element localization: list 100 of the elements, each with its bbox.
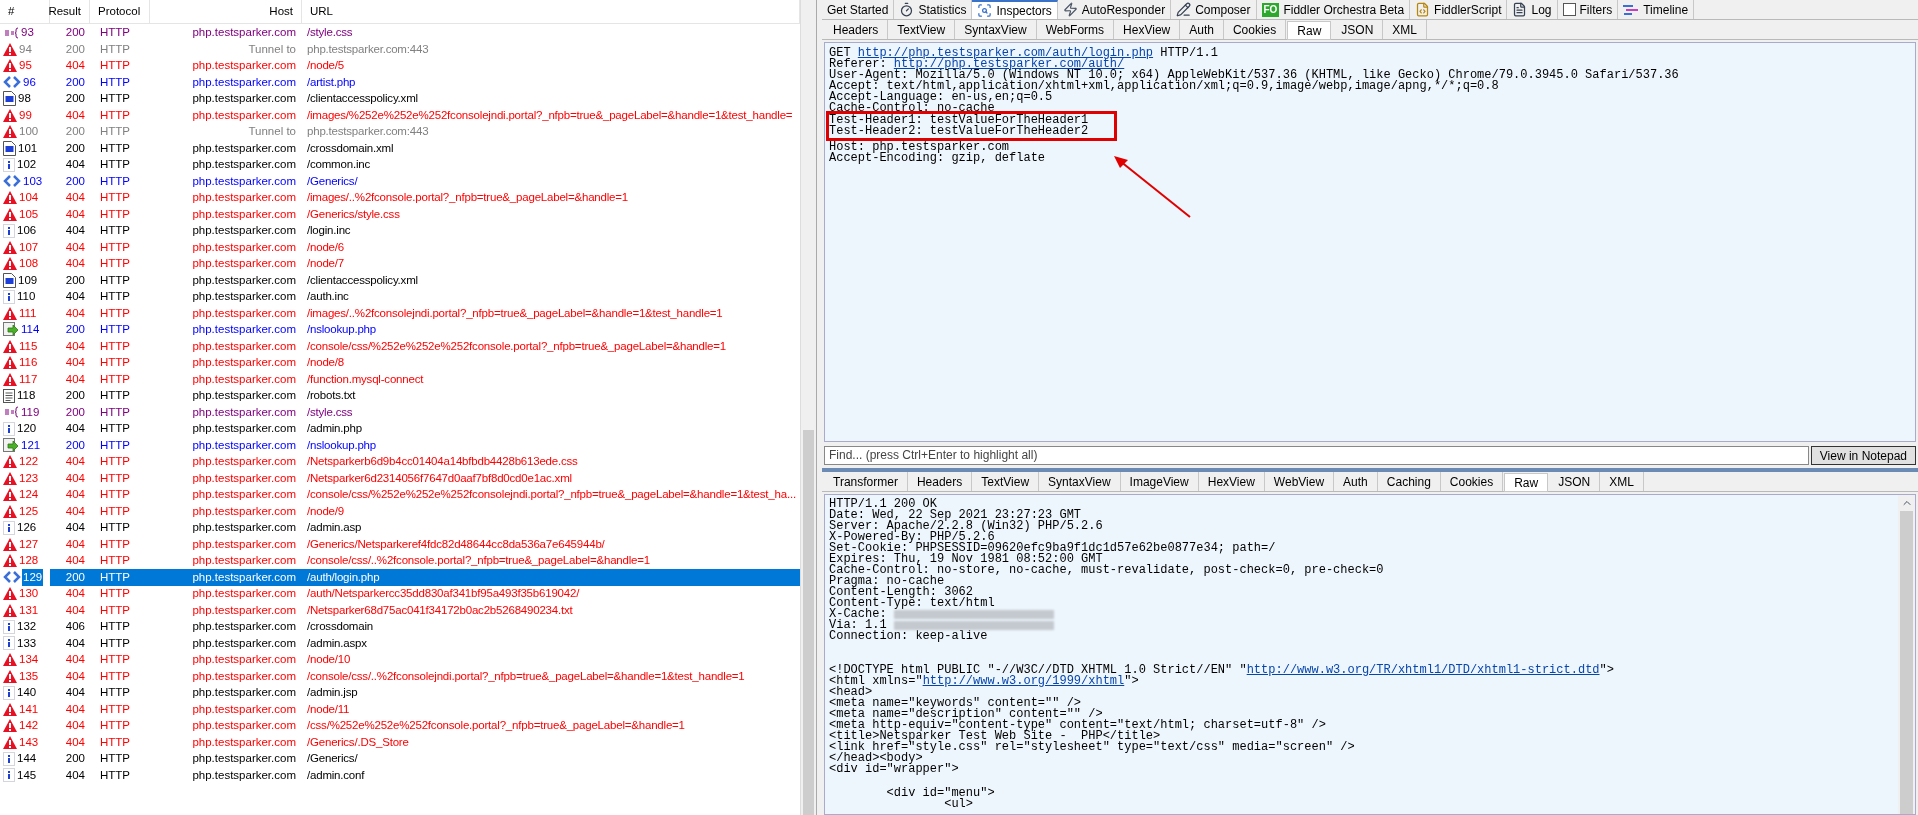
column-header[interactable]: Result bbox=[50, 0, 90, 23]
session-id[interactable]: 105 bbox=[18, 205, 40, 223]
view-tab[interactable]: Raw bbox=[1287, 21, 1332, 40]
session-id[interactable]: 114 bbox=[20, 321, 41, 339]
url-cell-text: /clientaccesspolicy.xml bbox=[307, 272, 418, 288]
session-id[interactable]: 103 bbox=[22, 172, 44, 190]
protocol-cell-text: HTTP bbox=[99, 619, 132, 634]
session-id[interactable]: 142 bbox=[18, 717, 40, 735]
url-link[interactable]: http://php.testsparker.com/auth/login.php bbox=[857, 48, 1154, 59]
inspector-tab[interactable]: Log bbox=[1507, 0, 1558, 19]
vertical-scrollbar[interactable] bbox=[1898, 495, 1915, 814]
url-link[interactable]: http://php.testsparker.com/auth/ bbox=[893, 59, 1125, 70]
response-line: "> bbox=[1124, 676, 1139, 687]
url-cell-text: /node/11 bbox=[307, 701, 350, 717]
session-id[interactable]: 93 bbox=[20, 24, 35, 42]
session-id[interactable]: 141 bbox=[18, 700, 40, 718]
response-line: Set-Cookie: PHPSESSID=09620efc9ba9f1dc1d57e62be0877e34; path=/ bbox=[829, 543, 1276, 554]
session-id[interactable]: 124 bbox=[18, 486, 40, 504]
warning-icon bbox=[3, 108, 17, 122]
session-id[interactable]: 98 bbox=[17, 90, 32, 108]
session-id[interactable]: 99 bbox=[18, 106, 33, 124]
session-id[interactable]: 135 bbox=[18, 667, 40, 685]
session-id[interactable]: 120 bbox=[16, 420, 38, 438]
session-id[interactable]: 115 bbox=[18, 337, 39, 355]
session-id[interactable]: 122 bbox=[18, 453, 40, 471]
column-header[interactable]: Protocol bbox=[90, 0, 150, 23]
session-id[interactable]: 104 bbox=[18, 189, 40, 207]
session-id[interactable]: 101 bbox=[17, 139, 39, 157]
session-id[interactable]: 126 bbox=[16, 519, 38, 537]
column-header[interactable]: # bbox=[0, 0, 50, 23]
session-id[interactable]: 143 bbox=[18, 733, 40, 751]
session-id[interactable]: 116 bbox=[18, 354, 39, 372]
view-in-notepad-button[interactable]: View in Notepad bbox=[1810, 445, 1916, 465]
vertical-scrollbar[interactable] bbox=[800, 0, 816, 815]
session-id[interactable]: 140 bbox=[16, 684, 38, 702]
protocol-cell-text: HTTP bbox=[99, 173, 132, 189]
host-cell-text: php.testsparker.com bbox=[191, 536, 297, 552]
url-link[interactable]: http://www.w3.org/1999/xhtml bbox=[922, 676, 1125, 687]
find-field[interactable]: Find... (press Ctrl+Enter to highlight all) bbox=[824, 445, 1809, 465]
column-header[interactable]: Host bbox=[150, 0, 302, 23]
url-cell-text: /common.inc bbox=[307, 157, 370, 172]
session-id[interactable]: 109 bbox=[17, 271, 39, 289]
host-cell-text: php.testsparker.com bbox=[191, 206, 297, 222]
inspector-tab[interactable]: FO Fiddler Orchestra Beta bbox=[1256, 0, 1411, 19]
session-id[interactable]: 106 bbox=[16, 222, 38, 240]
url-cell-text: /nslookup.php bbox=[307, 322, 376, 337]
url-cell-text: /crossdomain.xml bbox=[307, 140, 394, 156]
protocol-cell-text: HTTP bbox=[99, 470, 132, 486]
session-id[interactable]: 145 bbox=[16, 766, 38, 784]
inspector-tab[interactable]: Timeline bbox=[1618, 0, 1695, 19]
session-id[interactable]: 127 bbox=[18, 535, 40, 553]
inspector-tab[interactable]: Composer bbox=[1171, 0, 1257, 19]
session-id[interactable]: 131 bbox=[18, 601, 40, 619]
result-code: 404 bbox=[64, 289, 86, 304]
session-id[interactable]: 121 bbox=[20, 436, 42, 454]
inspector-tab[interactable]: Filters bbox=[1557, 0, 1619, 19]
response-line: Server: Apache/2.2.8 (Win32) PHP/5.2.6 bbox=[829, 521, 1103, 532]
view-tab[interactable]: Raw bbox=[1504, 473, 1549, 492]
session-id[interactable]: 102 bbox=[16, 156, 38, 174]
url-link[interactable]: http://www.w3.org/TR/xhtml1/DTD/xhtml1-strict.dtd bbox=[1246, 665, 1600, 676]
url-cell-text: /images/%252e%252e%252fconsolejndi.portal?_nfpb=true&_pageLabel=&handle=1&test_handle= bbox=[307, 107, 793, 123]
session-id[interactable]: 125 bbox=[18, 502, 40, 520]
session-id[interactable]: 133 bbox=[16, 634, 38, 652]
session-id[interactable]: 108 bbox=[18, 255, 40, 273]
session-id[interactable]: 96 bbox=[22, 73, 37, 91]
session-id[interactable]: 107 bbox=[18, 238, 40, 256]
session-id[interactable]: 132 bbox=[16, 618, 38, 636]
session-id[interactable]: 110 bbox=[16, 288, 37, 306]
session-id[interactable]: 95 bbox=[18, 57, 33, 75]
session-id[interactable]: 134 bbox=[18, 651, 40, 669]
session-id[interactable]: 94 bbox=[18, 40, 33, 58]
filters-checkbox[interactable] bbox=[1562, 3, 1576, 16]
host-cell-text: php.testsparker.com bbox=[191, 256, 297, 271]
session-id[interactable]: 128 bbox=[18, 552, 40, 570]
session-id[interactable]: 129 bbox=[22, 568, 44, 586]
response-line: <meta http-equiv="content-type" content="text/html; charset=utf-8" /> bbox=[829, 720, 1326, 731]
warning-icon bbox=[3, 735, 17, 749]
inspector-tab[interactable]: AutoResponder bbox=[1057, 0, 1172, 19]
session-id[interactable]: 144 bbox=[16, 750, 38, 768]
session-id[interactable]: 117 bbox=[18, 370, 39, 388]
session-id[interactable]: 100 bbox=[18, 123, 40, 141]
session-id[interactable]: 130 bbox=[18, 585, 40, 603]
protocol-cell-text: HTTP bbox=[99, 58, 132, 73]
request-line: GET bbox=[829, 48, 851, 59]
url-cell-text: /admin.aspx bbox=[307, 635, 367, 651]
request-line: HTTP/1.1 bbox=[1159, 48, 1218, 59]
host-cell-text: php.testsparker.com bbox=[191, 734, 297, 750]
protocol-cell-text: HTTP bbox=[99, 404, 132, 420]
response-line: <div id="wrapper"> bbox=[829, 764, 959, 775]
inspector-tab[interactable]: Get Started bbox=[822, 0, 895, 19]
result-code: 404 bbox=[64, 58, 86, 73]
session-id[interactable]: 118 bbox=[16, 387, 37, 405]
result-code: 200 bbox=[64, 41, 86, 57]
url-cell-text: /auth/login.php bbox=[307, 569, 380, 585]
session-id[interactable]: 123 bbox=[18, 469, 40, 487]
inspector-tab[interactable]: Inspectors bbox=[972, 0, 1058, 19]
session-id[interactable]: 111 bbox=[18, 304, 38, 322]
session-id[interactable]: 119 bbox=[20, 403, 41, 421]
inspector-tab[interactable]: FiddlerScript bbox=[1410, 0, 1508, 19]
result-code: 404 bbox=[64, 668, 86, 684]
